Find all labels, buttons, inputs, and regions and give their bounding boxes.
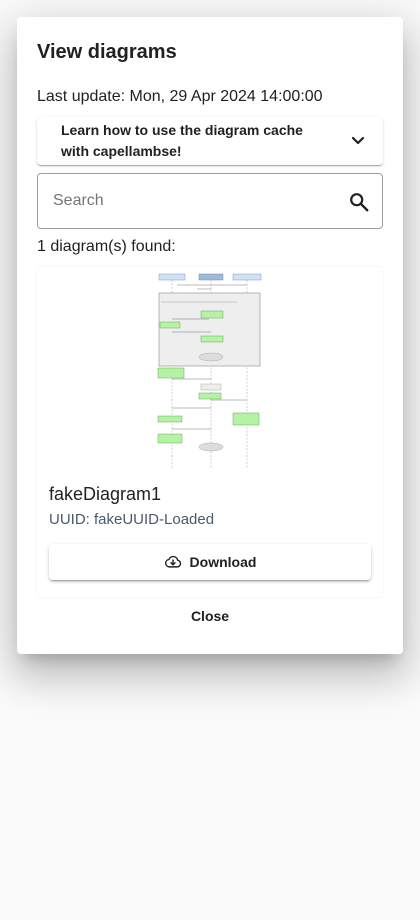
chevron-down-icon <box>351 136 365 145</box>
download-button[interactable]: Download <box>49 544 371 580</box>
dialog-title: View diagrams <box>37 41 177 63</box>
diagram-uuid: UUID: fakeUUID-Loaded <box>49 511 215 528</box>
help-panel-label: Learn how to use the diagram cache with … <box>61 122 303 159</box>
diagram-name: fakeDiagram1 <box>49 484 162 504</box>
diagram-thumbnail[interactable] <box>157 272 265 470</box>
last-update-text: Last update: Mon, 29 Apr 2024 14:00:00 <box>37 88 323 105</box>
search-input[interactable] <box>53 174 333 228</box>
download-label: Download <box>189 554 257 570</box>
help-expansion-panel[interactable]: Learn how to use the diagram cache with … <box>37 117 383 165</box>
search-field <box>37 173 383 229</box>
diagram-card: fakeDiagram1 UUID: fakeUUID-Loaded Downl… <box>37 267 383 597</box>
search-icon[interactable] <box>348 191 370 213</box>
close-button[interactable]: Close <box>170 605 250 627</box>
view-diagrams-dialog: View diagrams Last update: Mon, 29 Apr 2… <box>17 17 403 654</box>
results-count: 1 diagram(s) found: <box>37 238 176 255</box>
cloud-download-icon <box>164 555 181 568</box>
